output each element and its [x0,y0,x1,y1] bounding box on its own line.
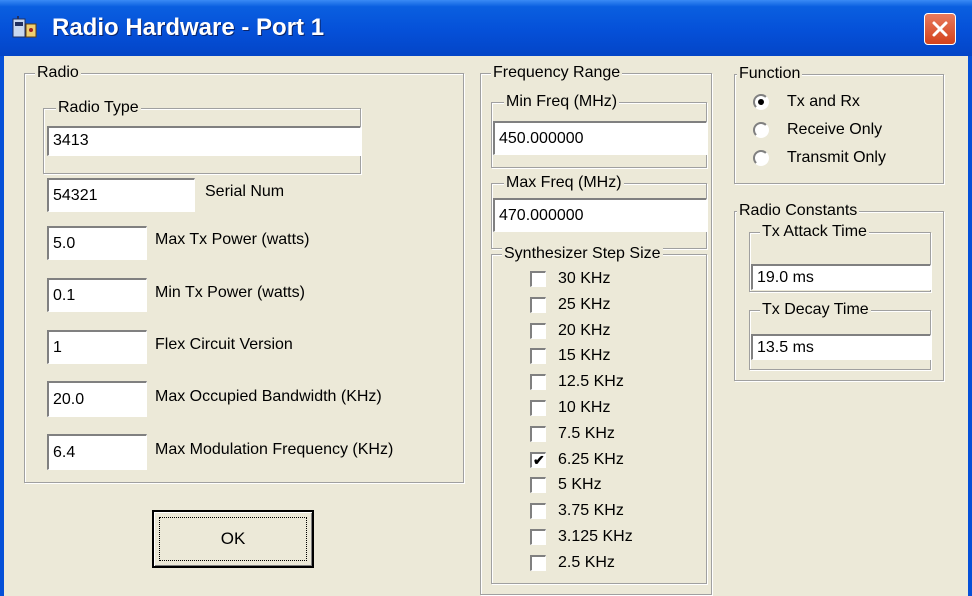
max-modulation-frequency-field[interactable]: 6.4 [47,434,147,470]
synth-step-label: 3.75 KHz [558,502,624,520]
flex-circuit-version-field[interactable]: 1 [47,330,147,364]
serial-num-field[interactable]: 54321 [47,178,195,212]
ok-button-label: OK [220,529,246,548]
function-option-label: Transmit Only [787,149,886,166]
synth-step-label: 5 KHz [558,476,602,494]
ok-button[interactable]: OK [152,510,314,568]
max-freq-legend: Max Freq (MHz) [504,173,624,193]
max-tx-power-label: Max Tx Power (watts) [155,231,310,248]
dialog-body: Radio Radio Type 3413 54321 Serial Num 5… [0,56,972,596]
synth-step-checkbox[interactable] [530,271,546,287]
radio-group-legend: Radio [35,63,81,83]
tx-decay-time-field[interactable]: 13.5 ms [751,334,931,360]
tx-decay-time-legend: Tx Decay Time [760,300,871,320]
function-group: Function Tx and Rx Receive Only Transmit O… [734,64,944,184]
synth-step-label: 15 KHz [558,347,611,365]
radio-type-legend: Radio Type [56,98,141,118]
synth-step-checkbox[interactable] [530,425,546,442]
radio-app-icon [12,16,37,38]
max-freq-field[interactable]: 470.000000 [493,198,707,232]
max-modulation-frequency-label: Max Modulation Frequency (KHz) [155,441,394,458]
synth-step-checkbox[interactable] [530,554,546,571]
synth-step-option[interactable]: 2.5 KHz [492,551,615,575]
synth-step-label: 25 KHz [558,295,611,313]
synth-step-legend: Synthesizer Step Size [502,244,663,264]
window-border-left [0,56,4,596]
frequency-range-group: Frequency Range Min Freq (MHz) 450.00000… [480,63,712,595]
checkmark-icon: ✔ [533,451,545,468]
title-bar[interactable]: Radio Hardware - Port 1 [0,0,972,56]
synth-step-option[interactable]: 30 KHz [492,267,610,291]
frequency-range-legend: Frequency Range [491,63,623,83]
function-option[interactable]: Receive Only [753,117,882,143]
max-occupied-bandwidth-label: Max Occupied Bandwidth (KHz) [155,388,382,405]
synth-step-group: Synthesizer Step Size 30 KHz 25 KHz 20 KHz… [491,244,707,584]
synth-step-label: 6.25 KHz [558,450,624,468]
synth-step-option[interactable]: 7.5 KHz [492,422,615,446]
tx-attack-time-field[interactable]: 19.0 ms [751,264,931,290]
min-tx-power-label: Min Tx Power (watts) [155,284,305,301]
synth-step-option[interactable]: 3.75 KHz [492,499,624,523]
max-tx-power-field[interactable]: 5.0 [47,226,147,260]
radio-selected-dot [758,99,764,105]
serial-num-label: Serial Num [205,183,285,200]
synth-step-label: 3.125 KHz [558,528,633,545]
synth-step-option[interactable]: 3.125 KHz [492,525,633,549]
synth-step-checkbox[interactable] [530,374,546,391]
radio-group: Radio Radio Type 3413 54321 Serial Num 5… [24,63,464,483]
synth-step-option[interactable]: 10 KHz [492,396,610,420]
window-title: Radio Hardware - Port 1 [52,14,325,41]
min-tx-power-field[interactable]: 0.1 [47,278,147,312]
synth-step-label: 12.5 KHz [558,373,624,391]
synth-step-option[interactable]: 5 KHz [492,473,602,497]
synth-step-label: 2.5 KHz [558,553,615,571]
window-border-right [968,56,972,596]
synth-step-checkbox[interactable] [530,400,546,416]
synth-step-label: 7.5 KHz [558,424,615,442]
tx-attack-time-legend: Tx Attack Time [760,222,869,242]
close-button[interactable] [924,13,956,45]
function-option[interactable]: Tx and Rx [753,89,860,115]
synth-step-label: 30 KHz [558,270,611,287]
radio-constants-group: Radio Constants Tx Attack Time 19.0 ms T… [734,201,944,381]
flex-circuit-version-label: Flex Circuit Version [155,336,293,353]
min-freq-legend: Min Freq (MHz) [504,92,620,112]
synth-step-label: 20 KHz [558,321,611,339]
synth-step-checkbox[interactable] [530,503,546,520]
radio-hardware-dialog: Radio Hardware - Port 1 Radio Radio Type… [0,0,972,596]
synth-step-option[interactable]: 25 KHz [492,293,610,317]
function-option-label: Tx and Rx [787,93,860,110]
synth-step-option[interactable]: 20 KHz [492,319,610,343]
synth-step-checkbox[interactable] [530,322,546,339]
synth-step-option[interactable]: 15 KHz [492,344,610,368]
synth-step-checkbox[interactable] [530,348,546,365]
close-icon [932,21,948,37]
synth-step-option[interactable]: ✔ 6.25 KHz [492,448,624,472]
synth-step-checkbox[interactable]: ✔ [530,451,546,468]
max-occupied-bandwidth-field[interactable]: 20.0 [47,381,147,417]
synth-step-label: 10 KHz [558,399,611,416]
radio-constants-legend: Radio Constants [737,201,860,221]
function-radio-button[interactable] [753,150,769,166]
synth-step-checkbox[interactable] [530,529,546,545]
function-option-label: Receive Only [787,121,883,138]
function-legend: Function [737,64,803,84]
synth-step-option[interactable]: 12.5 KHz [492,370,624,394]
synth-step-checkbox[interactable] [530,477,546,494]
min-freq-field[interactable]: 450.000000 [493,121,707,155]
function-radio-button[interactable] [753,122,769,138]
synth-step-checkbox[interactable] [530,296,546,313]
function-radio-button[interactable] [753,94,769,110]
radio-type-field[interactable]: 3413 [47,126,361,156]
function-option[interactable]: Transmit Only [753,145,886,171]
